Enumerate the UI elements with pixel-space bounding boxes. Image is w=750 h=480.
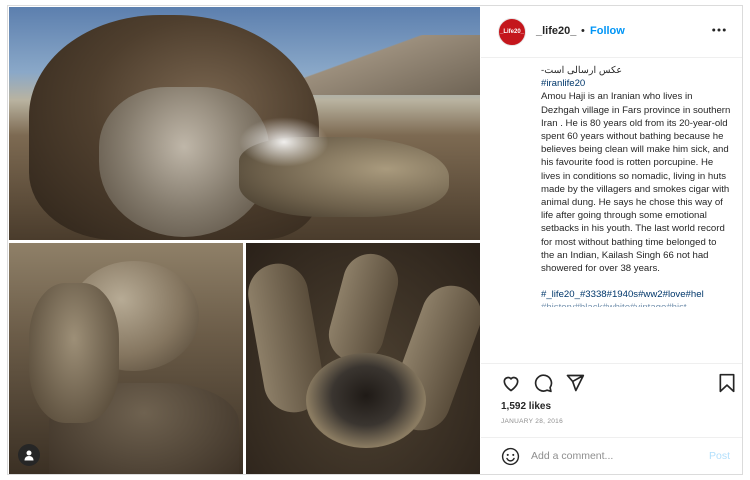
post-sidebar: _Life20_ _life20_ • Follow عکس ارسالی اس… <box>481 6 742 474</box>
comment-input[interactable]: Add a comment... <box>531 450 613 462</box>
heart-icon[interactable] <box>501 373 521 393</box>
likes-count[interactable]: 1,592 likes <box>501 401 551 412</box>
post-header: _Life20_ _life20_ • Follow <box>481 6 742 58</box>
user-tag-icon[interactable] <box>18 444 40 466</box>
post-date[interactable]: JANUARY 28, 2016 <box>501 418 563 425</box>
photo-collage[interactable] <box>8 6 481 474</box>
share-icon[interactable] <box>565 373 585 393</box>
follow-button[interactable]: Follow <box>590 25 625 37</box>
separator-dot: • <box>581 25 585 37</box>
hashtags-line-cut: #history#black#white#vintage#hist <box>541 301 731 307</box>
comment-icon[interactable] <box>533 373 553 393</box>
action-bar <box>481 363 742 401</box>
photo-man-covering-head <box>9 243 243 474</box>
avatar[interactable]: _Life20_ <box>498 18 526 46</box>
username-link[interactable]: _life20_ <box>536 25 576 37</box>
caption-body: Amou Haji is an Iranian who lives in Dez… <box>541 91 731 275</box>
avatar-label: _Life20_ <box>499 29 524 35</box>
bookmark-icon[interactable] <box>717 373 737 393</box>
photo-man-smoking-pipe <box>9 7 480 240</box>
photo-pipe-closeup <box>246 243 480 474</box>
hashtags-line[interactable]: #_life20_#3338#1940s#ww2#love#hel <box>541 288 731 301</box>
hashtag-link[interactable]: #iranlife20 <box>541 77 731 90</box>
instagram-post: _Life20_ _life20_ • Follow عکس ارسالی اس… <box>7 5 743 475</box>
caption-area: عکس ارسالی است- #iranlife20 Amou Haji is… <box>481 58 742 363</box>
comment-bar: Add a comment... Post <box>481 437 742 474</box>
emoji-icon[interactable] <box>501 447 520 466</box>
post-comment-button[interactable]: Post <box>709 450 730 462</box>
more-options-icon[interactable] <box>710 21 728 39</box>
caption-persian-line: عکس ارسالی است- <box>541 65 623 76</box>
